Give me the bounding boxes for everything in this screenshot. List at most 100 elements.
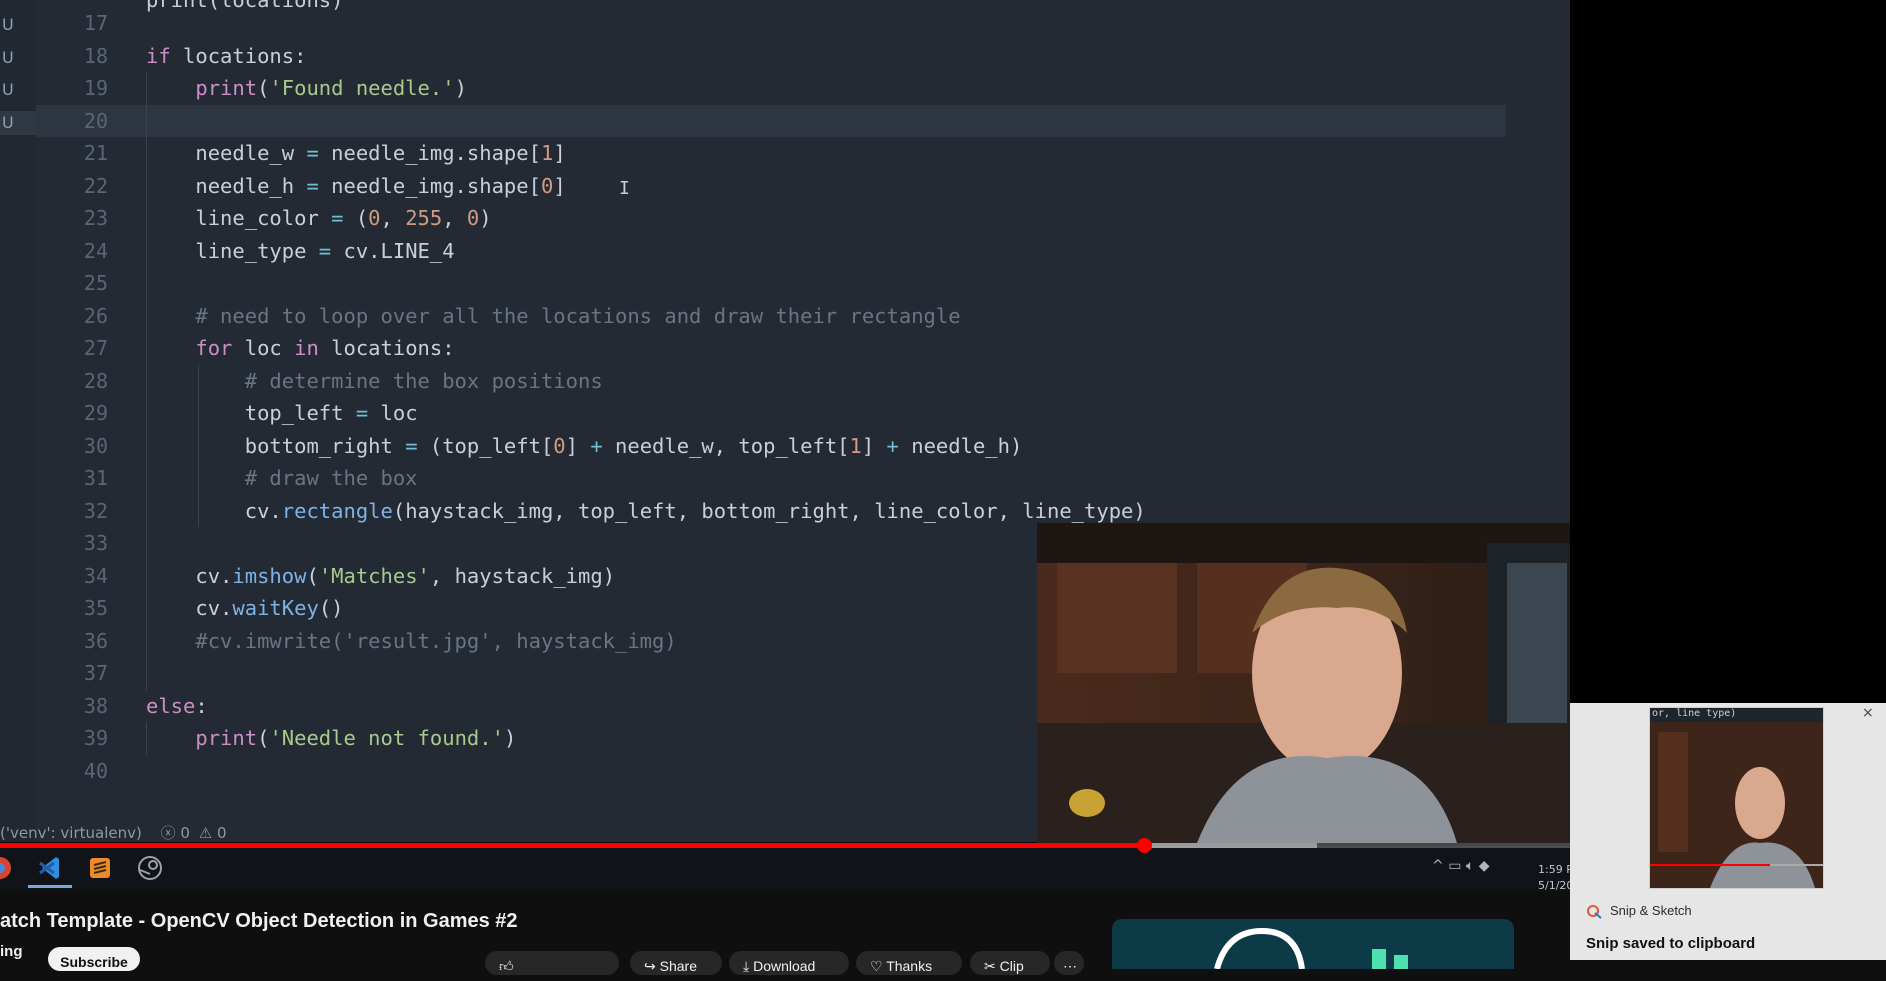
code-line[interactable]: 20 bbox=[36, 104, 1506, 137]
code-text: # need to loop over all the locations an… bbox=[146, 303, 961, 328]
windows-taskbar: ^ ▭ 🔈︎ ◆ bbox=[0, 846, 1570, 891]
webcam-overlay bbox=[1037, 523, 1624, 843]
line-number: 31 bbox=[83, 466, 108, 490]
download-button[interactable]: ⤓ Download bbox=[729, 951, 849, 975]
scm-untracked-marker[interactable]: U bbox=[0, 13, 36, 37]
line-number: 35 bbox=[83, 596, 108, 620]
line-number: 22 bbox=[83, 173, 108, 198]
code-text: else: bbox=[146, 693, 208, 718]
code-line[interactable]: 23 line_color = (0, 255, 0) bbox=[36, 202, 1506, 234]
code-text: line_color = (0, 255, 0) bbox=[146, 206, 492, 230]
line-number: 19 bbox=[83, 76, 108, 100]
more-actions-button[interactable]: ⋯ bbox=[1054, 951, 1084, 975]
video-player[interactable]: UUUU print(locations) 17 18 if locations: 1… bbox=[0, 0, 1646, 891]
subscribe-button[interactable]: Subscribe bbox=[48, 947, 140, 971]
code-text: print('Needle not found.') bbox=[195, 726, 517, 750]
code-text: print('Found needle.') bbox=[195, 76, 467, 100]
code-line[interactable]: 18 if locations: bbox=[36, 40, 1506, 72]
buffer-bar bbox=[1143, 843, 1317, 848]
share-icon: ↪ bbox=[644, 958, 660, 974]
share-button[interactable]: ↪ Share bbox=[630, 951, 722, 975]
heart-icon: ♡ bbox=[870, 958, 887, 974]
warning-count[interactable]: 0 bbox=[217, 824, 227, 842]
snip-notification[interactable]: or, line type) × Snip & Sketch Snip save… bbox=[1570, 703, 1886, 960]
line-number: 21 bbox=[83, 141, 108, 165]
snip-app-name: Snip & Sketch bbox=[1610, 903, 1692, 918]
code-line[interactable]: 32 cv.rectangle(haystack_img, top_left, … bbox=[36, 495, 1506, 527]
scm-untracked-marker[interactable]: U bbox=[0, 110, 36, 135]
interpreter-label[interactable]: ('venv': virtualenv) bbox=[0, 824, 142, 842]
clock-date: 5/1/20 bbox=[1538, 879, 1574, 891]
taskbar-clock[interactable]: 1:59 P 5/1/20 bbox=[1538, 862, 1573, 891]
line-number: 28 bbox=[83, 368, 108, 393]
code-text: # draw the box bbox=[146, 466, 418, 490]
scm-gutter: UUUU bbox=[0, 0, 36, 842]
line-number: 25 bbox=[83, 271, 108, 295]
line-number: 18 bbox=[83, 43, 108, 68]
code-text: top_left = loc bbox=[146, 401, 418, 425]
more-icon: ⋯ bbox=[1063, 958, 1077, 974]
thumb-image bbox=[1650, 722, 1823, 888]
sublime-icon[interactable] bbox=[78, 848, 122, 888]
clip-button[interactable]: ✂ Clip bbox=[970, 951, 1050, 975]
line-number: 38 bbox=[83, 693, 108, 718]
scrubber-handle[interactable] bbox=[1136, 838, 1152, 853]
code-line[interactable]: 31 # draw the box bbox=[36, 462, 1506, 494]
line-number: 30 bbox=[83, 433, 108, 458]
code-line[interactable]: 26 # need to loop over all the locations… bbox=[36, 300, 1506, 332]
line-number: 24 bbox=[83, 238, 108, 263]
network-icon[interactable]: ▭ bbox=[1448, 858, 1461, 874]
code-line[interactable]: 25 bbox=[36, 267, 1506, 299]
line-number: 20 bbox=[83, 108, 108, 133]
vscode-icon[interactable] bbox=[28, 848, 72, 888]
snip-thumbnail[interactable]: or, line type) bbox=[1649, 707, 1824, 889]
code-text: line_type = cv.LINE_4 bbox=[146, 238, 455, 263]
code-line[interactable]: 28 # determine the box positions bbox=[36, 365, 1506, 397]
code-line[interactable]: 29 top_left = loc bbox=[36, 397, 1506, 429]
system-tray[interactable]: ^ ▭ 🔈︎ ◆ bbox=[1432, 858, 1490, 874]
line-number: 29 bbox=[83, 401, 108, 425]
line-number: 34 bbox=[83, 563, 108, 588]
code-line[interactable]: 30 bottom_right = (top_left[0] + needle_… bbox=[36, 430, 1506, 462]
editor-status-bar: ('venv': virtualenv) ⓧ 0 ⚠ 0 bbox=[0, 822, 1040, 844]
dropbox-icon[interactable]: ◆ bbox=[1479, 858, 1490, 874]
thumbs-up-icon: 👍︎ bbox=[499, 958, 514, 974]
chevron-up-icon[interactable]: ^ bbox=[1432, 858, 1444, 874]
code-text: if locations: bbox=[146, 43, 307, 68]
code-line[interactable]: 27 for loc in locations: bbox=[36, 332, 1506, 364]
code-line[interactable]: 17 bbox=[36, 7, 1506, 39]
snip-sketch-icon bbox=[1586, 903, 1602, 919]
line-number: 23 bbox=[83, 206, 108, 230]
ad-banner[interactable] bbox=[1112, 919, 1514, 969]
code-text: cv.imshow('Matches', haystack_img) bbox=[146, 563, 616, 588]
code-line[interactable]: 22 needle_h = needle_img.shape[0] bbox=[36, 170, 1506, 202]
code-text: bottom_right = (top_left[0] + needle_w, … bbox=[146, 433, 1023, 458]
channel-subscribers: ing bbox=[0, 943, 23, 960]
close-icon[interactable]: × bbox=[1862, 705, 1874, 721]
presenter-video-frame bbox=[1037, 523, 1624, 843]
ad-logo-image bbox=[1214, 927, 1408, 969]
code-text: #cv.imwrite('result.jpg', haystack_img) bbox=[146, 628, 677, 653]
line-number: 37 bbox=[83, 661, 108, 685]
volume-icon[interactable]: 🔈︎ bbox=[1466, 858, 1474, 874]
video-progress-bar[interactable] bbox=[0, 838, 1646, 853]
code-line[interactable]: 19 print('Found needle.') bbox=[36, 72, 1506, 104]
scm-untracked-marker[interactable]: U bbox=[0, 78, 36, 102]
scissors-icon: ✂ bbox=[984, 958, 1000, 974]
like-dislike-button[interactable]: 👍︎ bbox=[485, 951, 619, 975]
warning-icon: ⚠ bbox=[198, 824, 213, 842]
code-text: # determine the box positions bbox=[146, 368, 603, 393]
text-cursor-icon: I bbox=[619, 178, 630, 199]
code-line[interactable]: 21 needle_w = needle_img.shape[1] bbox=[36, 137, 1506, 169]
video-title: atch Template - OpenCV Object Detection … bbox=[0, 910, 518, 932]
chrome-icon[interactable] bbox=[0, 848, 22, 888]
scm-untracked-marker[interactable]: U bbox=[0, 46, 36, 70]
code-text: cv.waitKey() bbox=[146, 596, 344, 620]
thanks-button[interactable]: ♡ Thanks bbox=[856, 951, 962, 975]
code-line[interactable]: 24 line_type = cv.LINE_4 bbox=[36, 235, 1506, 267]
line-number: 27 bbox=[83, 336, 108, 360]
steam-icon[interactable] bbox=[128, 848, 172, 888]
indent-guide bbox=[198, 364, 199, 527]
error-count[interactable]: 0 bbox=[180, 824, 190, 842]
line-number: 26 bbox=[83, 303, 108, 328]
